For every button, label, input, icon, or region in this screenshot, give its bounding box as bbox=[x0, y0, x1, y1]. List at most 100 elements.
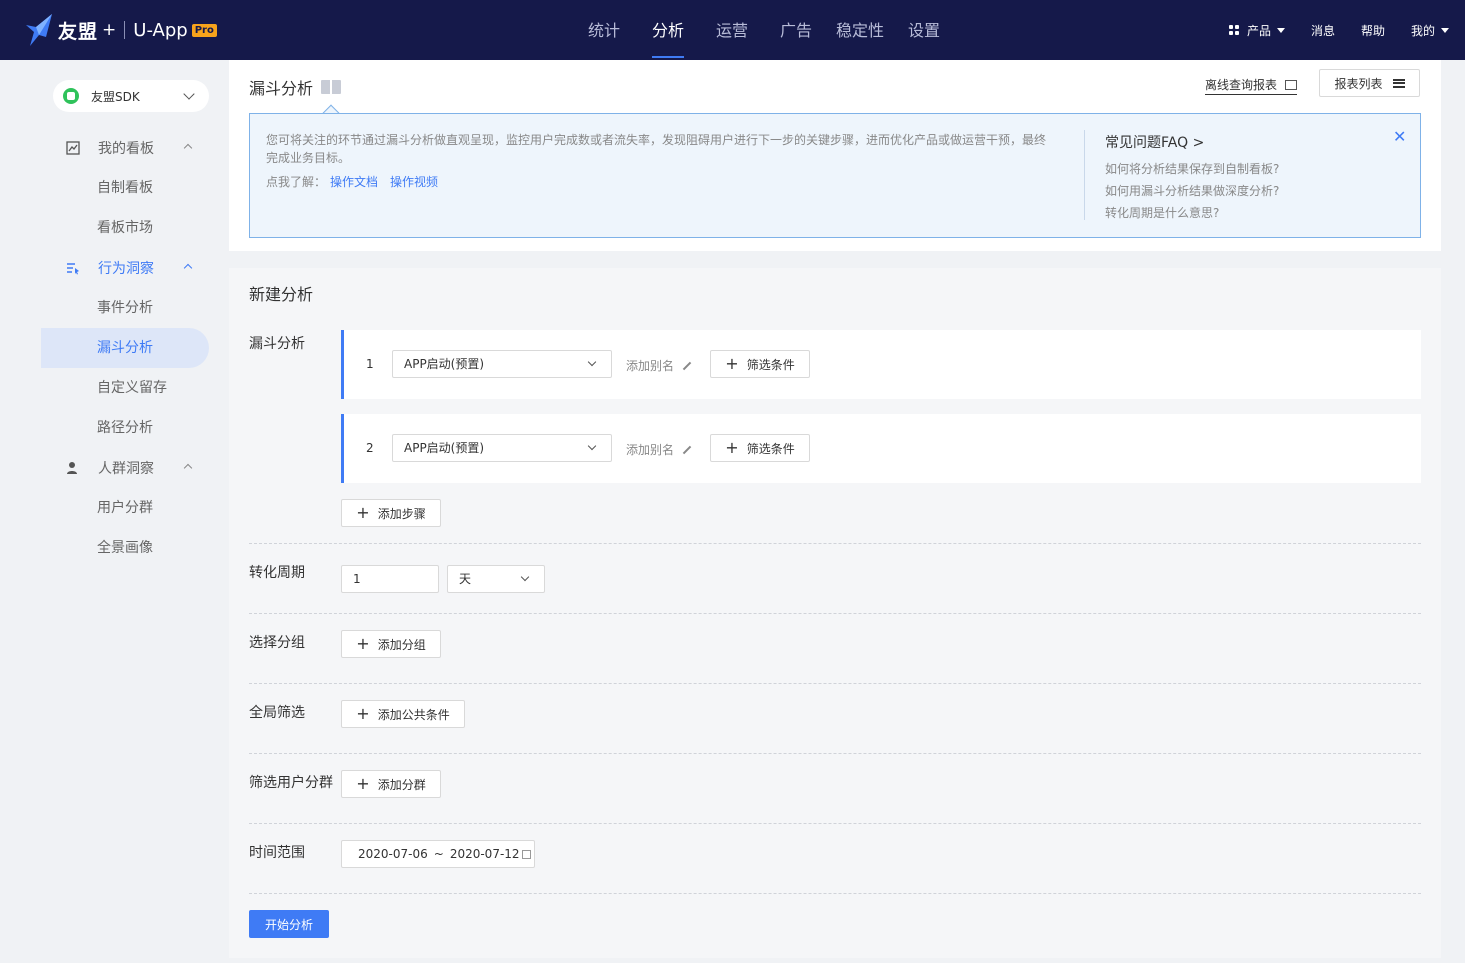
app-selector[interactable]: 友盟SDK bbox=[53, 80, 209, 112]
logo-text: 友盟 bbox=[58, 20, 99, 43]
sidebar-item-panorama-profile[interactable]: 全景画像 bbox=[41, 528, 209, 568]
sidebar-item-event-analysis[interactable]: 事件分析 bbox=[41, 288, 209, 328]
nav-analysis[interactable]: 分析 bbox=[636, 0, 700, 60]
filter-condition-label: 筛选条件 bbox=[746, 357, 795, 372]
messages-link[interactable]: 消息 bbox=[1311, 22, 1335, 39]
funnel-step-1: 1 APP启动(预置) 添加别名 + 筛选条件 bbox=[341, 330, 1421, 399]
caret-down-icon bbox=[1276, 27, 1285, 33]
book-icon[interactable] bbox=[321, 80, 342, 94]
sidebar-item-custom-dashboard[interactable]: 自制看板 bbox=[41, 168, 209, 208]
umeng-logo[interactable]: 友盟 + U-App Pro bbox=[24, 12, 217, 48]
sidebar-group-my-dashboard[interactable]: 我的看板 bbox=[41, 128, 209, 168]
plus-icon: + bbox=[725, 438, 739, 457]
chevron-up-icon bbox=[183, 143, 193, 153]
chevron-up-icon bbox=[183, 463, 193, 473]
divider bbox=[249, 683, 1421, 684]
plus-icon: + bbox=[356, 503, 370, 522]
step-number: 1 bbox=[366, 357, 374, 371]
chart-icon bbox=[66, 141, 80, 155]
sidebar-item-path-analysis[interactable]: 路径分析 bbox=[41, 408, 209, 448]
plus-icon: + bbox=[725, 354, 739, 373]
apps-grid-icon bbox=[1228, 25, 1239, 35]
add-common-condition-label: 添加公共条件 bbox=[377, 707, 450, 722]
add-alias-button[interactable]: 添加别名 bbox=[626, 441, 692, 458]
add-step-button[interactable]: + 添加步骤 bbox=[341, 499, 441, 527]
sidebar: 友盟SDK 我的看板 自制看板 看板市场 行为洞察 事件分析 漏斗分析 自定义留… bbox=[0, 60, 229, 963]
plus-icon: + bbox=[356, 704, 370, 723]
logo-divider bbox=[124, 21, 126, 39]
faq-question[interactable]: 如何用漏斗分析结果做深度分析? bbox=[1105, 180, 1279, 202]
sidebar-group-audience[interactable]: 人群洞察 bbox=[41, 448, 209, 488]
event-select-value: APP启动(预置) bbox=[404, 357, 485, 371]
event-select[interactable]: APP启动(预置) bbox=[392, 434, 612, 462]
period-value-input[interactable]: 1 bbox=[341, 565, 439, 593]
start-analysis-button[interactable]: 开始分析 bbox=[249, 910, 329, 938]
time-range-label: 时间范围 bbox=[249, 845, 305, 861]
add-group-button[interactable]: + 添加分组 bbox=[341, 630, 441, 658]
pro-badge: Pro bbox=[191, 23, 217, 37]
add-segment-button[interactable]: + 添加分群 bbox=[341, 770, 441, 798]
report-list-button[interactable]: 报表列表 bbox=[1319, 69, 1420, 97]
chevron-down-icon bbox=[587, 357, 597, 367]
info-description: 您可将关注的环节通过漏斗分析做直观呈现，监控用户完成数或者流失率，发现阻碍用户进… bbox=[266, 133, 1047, 165]
page-title: 漏斗分析 bbox=[249, 79, 314, 98]
operation-video-link[interactable]: 操作视频 bbox=[390, 175, 438, 189]
my-menu[interactable]: 我的 bbox=[1411, 22, 1449, 39]
nav-stability[interactable]: 稳定性 bbox=[828, 0, 892, 60]
filter-condition-button[interactable]: + 筛选条件 bbox=[710, 350, 810, 378]
edit-icon bbox=[682, 445, 692, 454]
report-list-label: 报表列表 bbox=[1334, 76, 1383, 91]
logo-plus: + bbox=[102, 20, 117, 40]
divider bbox=[249, 753, 1421, 754]
add-group-label: 添加分组 bbox=[377, 637, 426, 652]
period-unit-select[interactable]: 天 bbox=[447, 565, 545, 593]
help-link[interactable]: 帮助 bbox=[1361, 22, 1385, 39]
page-title-row: 漏斗分析 bbox=[249, 75, 342, 99]
faq-title[interactable]: 常见问题FAQ > bbox=[1105, 132, 1279, 152]
info-box: 您可将关注的环节通过漏斗分析做直观呈现，监控用户完成数或者流失率，发现阻碍用户进… bbox=[249, 113, 1421, 238]
faq-section: 常见问题FAQ > 如何将分析结果保存到自制看板? 如何用漏斗分析结果做深度分析… bbox=[1105, 132, 1279, 224]
behavior-icon bbox=[66, 261, 80, 275]
filter-condition-button[interactable]: + 筛选条件 bbox=[710, 434, 810, 462]
faq-question[interactable]: 转化周期是什么意思? bbox=[1105, 202, 1279, 224]
close-icon[interactable]: ✕ bbox=[1393, 127, 1406, 146]
sidebar-group-behavior[interactable]: 行为洞察 bbox=[41, 248, 209, 288]
sidebar-item-user-segments[interactable]: 用户分群 bbox=[41, 488, 209, 528]
add-common-condition-button[interactable]: + 添加公共条件 bbox=[341, 700, 465, 728]
operation-doc-link[interactable]: 操作文档 bbox=[330, 175, 378, 189]
chevron-down-icon bbox=[587, 441, 597, 451]
divider bbox=[249, 543, 1421, 544]
nav-settings[interactable]: 设置 bbox=[892, 0, 956, 60]
sidebar-item-dashboard-market[interactable]: 看板市场 bbox=[41, 208, 209, 248]
caret-down-icon bbox=[1441, 27, 1449, 33]
plus-icon: + bbox=[356, 634, 370, 653]
bird-logo-icon bbox=[26, 14, 52, 46]
sidebar-item-funnel-analysis[interactable]: 漏斗分析 bbox=[41, 328, 209, 368]
chevron-down-icon bbox=[520, 572, 530, 582]
add-step-label: 添加步骤 bbox=[377, 506, 426, 521]
product-menu[interactable]: 产品 bbox=[1228, 22, 1285, 39]
event-select[interactable]: APP启动(预置) bbox=[392, 350, 612, 378]
funnel-label: 漏斗分析 bbox=[249, 336, 305, 352]
edit-icon bbox=[682, 361, 692, 370]
add-alias-label: 添加别名 bbox=[626, 443, 675, 457]
people-icon bbox=[66, 461, 80, 475]
nav-operations[interactable]: 运营 bbox=[700, 0, 764, 60]
sidebar-group-label: 人群洞察 bbox=[98, 461, 154, 477]
funnel-header-panel: 漏斗分析 离线查询报表 报表列表 您可将关注的环节通过漏斗分析做直观呈现，监控用… bbox=[229, 60, 1441, 251]
screen-icon bbox=[1285, 79, 1298, 90]
date-separator: ~ bbox=[433, 847, 444, 861]
offline-report-link[interactable]: 离线查询报表 bbox=[1205, 76, 1298, 95]
faq-question[interactable]: 如何将分析结果保存到自制看板? bbox=[1105, 158, 1279, 180]
android-icon bbox=[63, 88, 79, 104]
info-links: 点我了解： 操作文档 操作视频 bbox=[266, 173, 446, 190]
nav-stats[interactable]: 统计 bbox=[572, 0, 636, 60]
step-number: 2 bbox=[366, 441, 374, 455]
nav-ads[interactable]: 广告 bbox=[764, 0, 828, 60]
start-date: 2020-07-06 bbox=[358, 847, 428, 861]
sidebar-item-custom-retention[interactable]: 自定义留存 bbox=[41, 368, 209, 408]
add-alias-button[interactable]: 添加别名 bbox=[626, 357, 692, 374]
date-range-picker[interactable]: 2020-07-06 ~ 2020-07-12 bbox=[341, 840, 535, 868]
sidebar-group-label: 我的看板 bbox=[98, 141, 154, 157]
my-label: 我的 bbox=[1410, 23, 1435, 38]
